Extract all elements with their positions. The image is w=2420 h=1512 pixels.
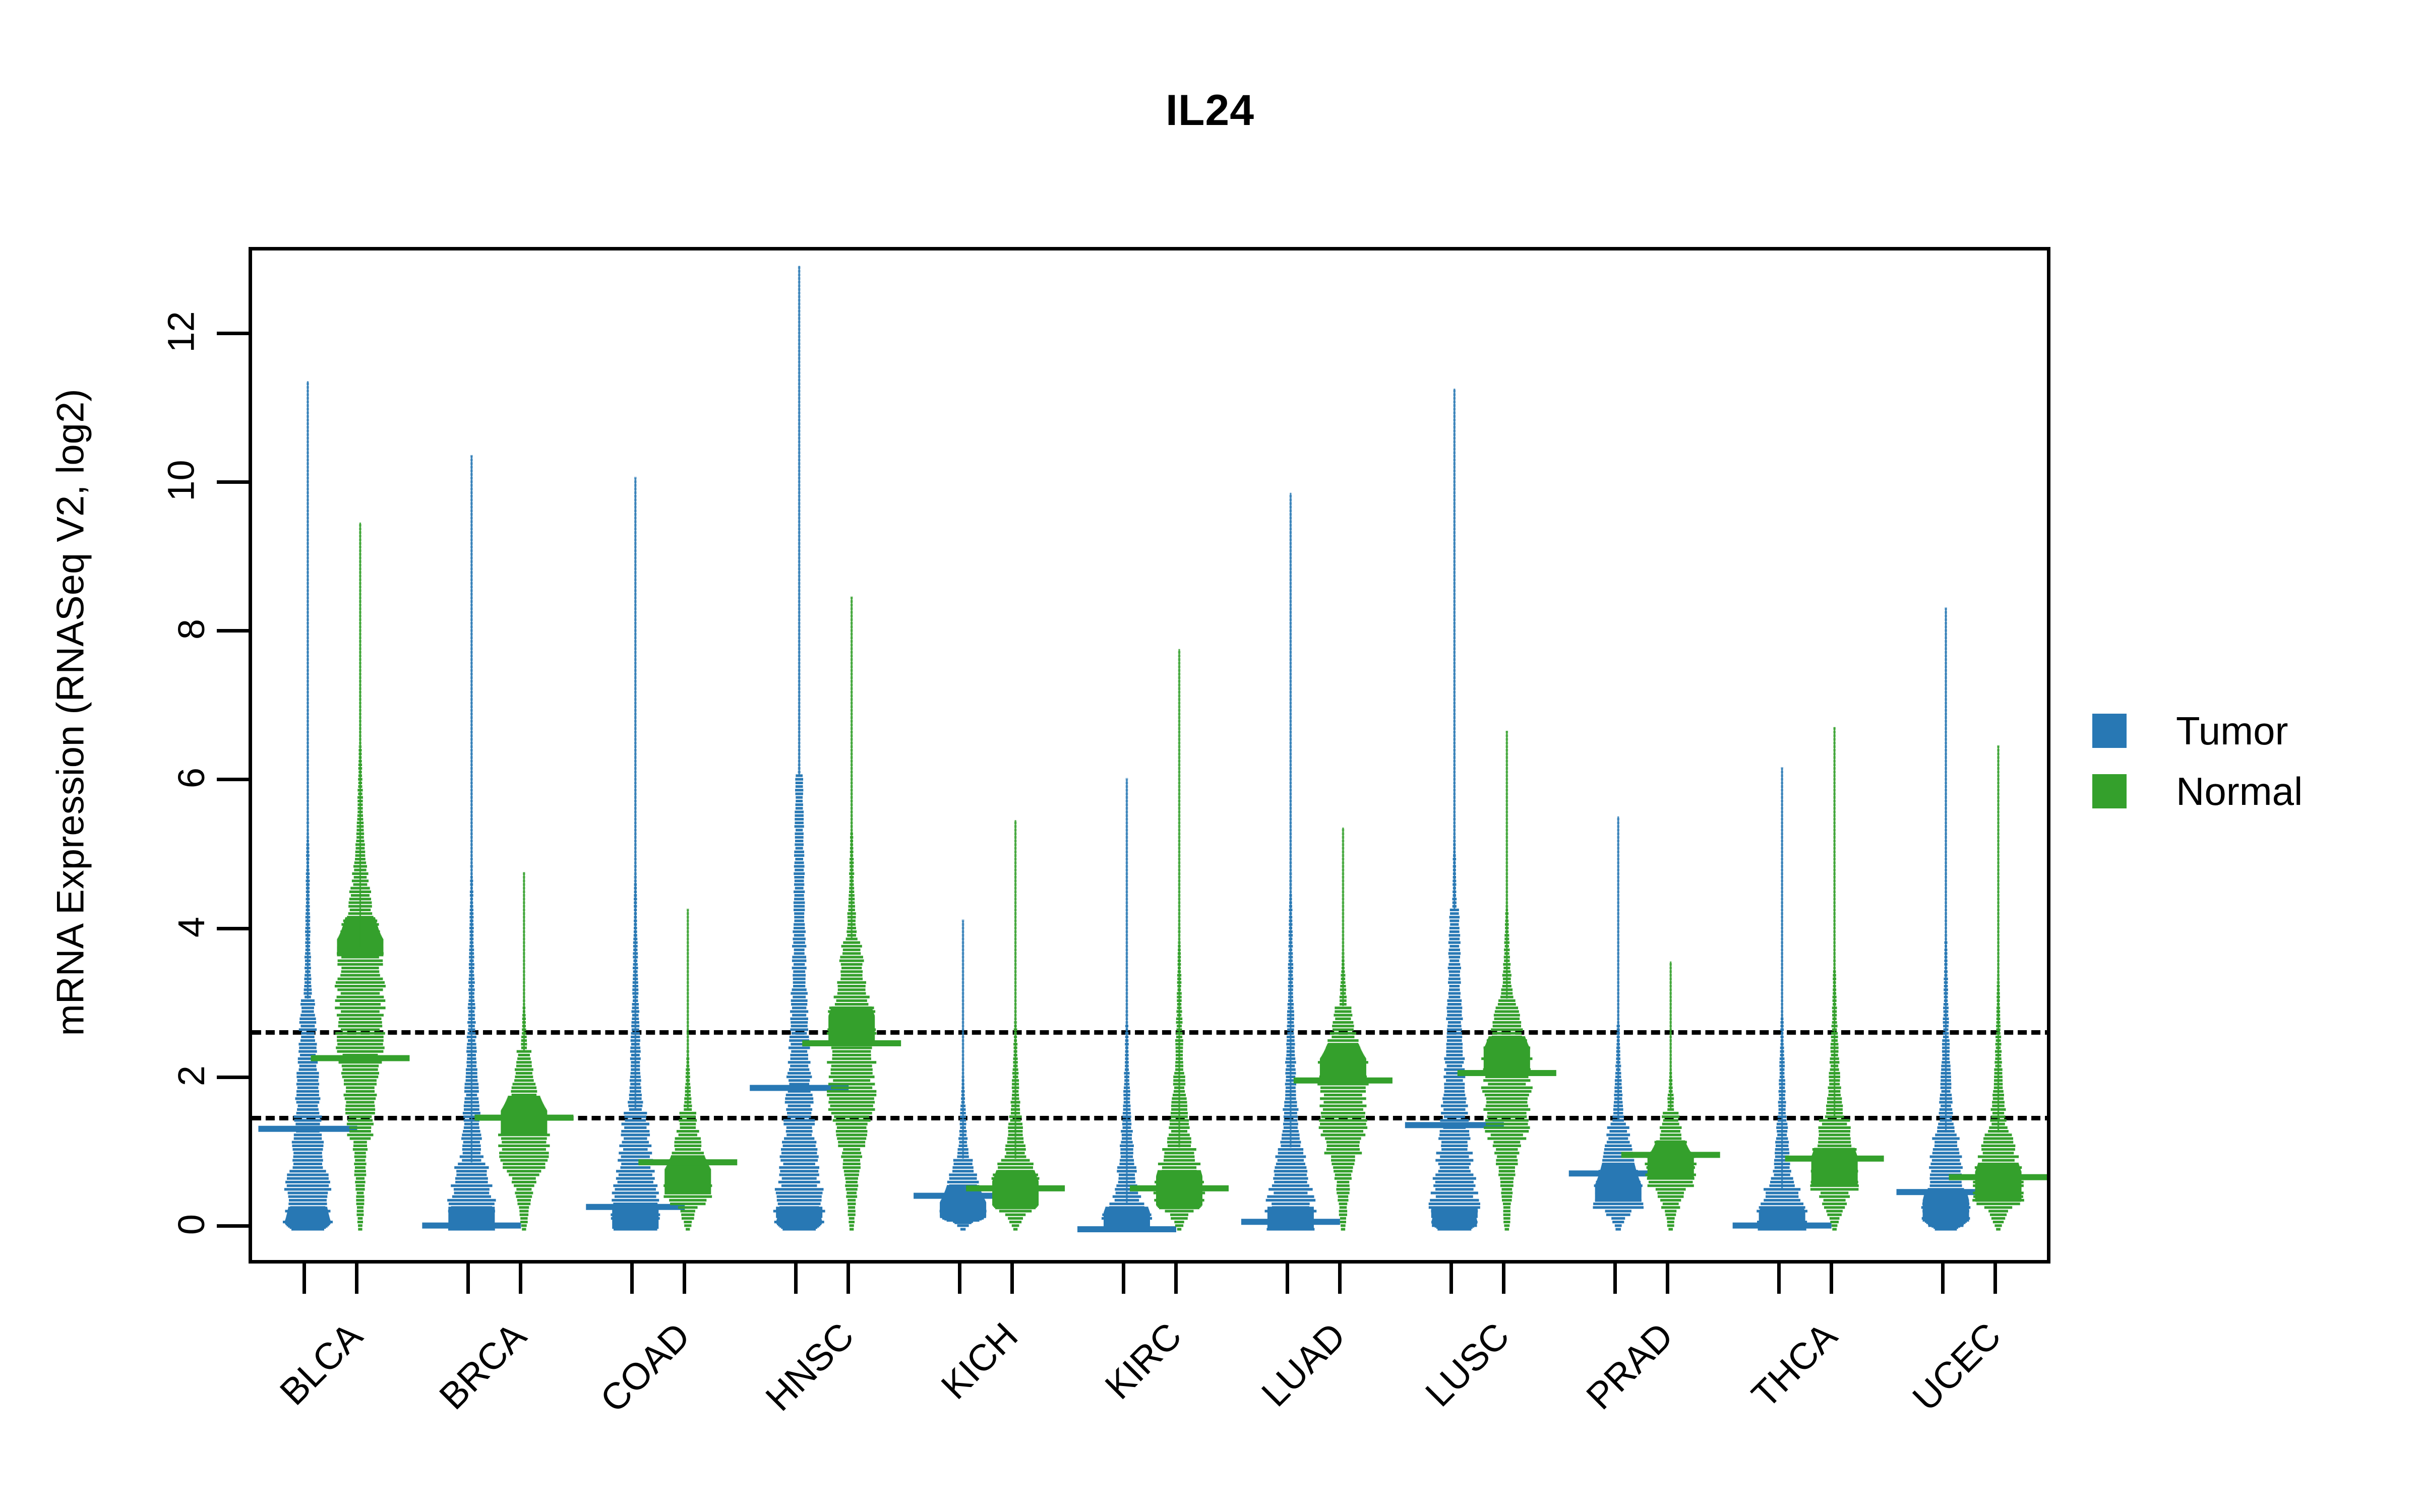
legend-label-tumor: Tumor [2176, 708, 2288, 753]
legend-item-tumor[interactable]: Tumor [2092, 701, 2405, 761]
y-axis-tick-mark [217, 778, 249, 782]
x-axis-tick-label-blca: BLCA [272, 1314, 371, 1413]
x-axis-tick-label-kich: KICH [933, 1314, 1026, 1407]
x-axis-tick-mark [794, 1264, 798, 1294]
x-axis-tick-mark [1174, 1264, 1178, 1294]
y-axis-tick-label: 10 [160, 460, 202, 501]
x-axis-tick-mark [1010, 1264, 1014, 1294]
x-axis-tick-label-ucec: UCEC [1904, 1314, 2009, 1419]
x-axis-tick-label-brca: BRCA [431, 1314, 534, 1418]
x-axis-tick-mark [1941, 1264, 1945, 1294]
y-axis-tick-label: 4 [170, 916, 212, 937]
x-axis-tick-mark [630, 1264, 634, 1294]
chart-figure: IL24 mRNA Expression (RNASeq V2, log2) 0… [0, 0, 2420, 1512]
x-axis-tick-label-hnsc: HNSC [757, 1314, 862, 1419]
x-axis-tick-label-thca: THCA [1743, 1314, 1845, 1416]
legend: Tumor Normal [2092, 701, 2405, 822]
x-axis-tick-mark [302, 1264, 307, 1294]
x-axis-tick-mark [1285, 1264, 1289, 1294]
x-axis-tick-mark [1501, 1264, 1505, 1294]
y-axis-tick-mark [217, 480, 249, 484]
x-axis-tick-mark [846, 1264, 851, 1294]
legend-swatch-normal [2092, 774, 2127, 808]
x-axis-tick-mark [1449, 1264, 1453, 1294]
y-axis-tick-label: 8 [170, 619, 212, 640]
legend-swatch-tumor [2092, 714, 2127, 748]
y-axis-tick-mark [217, 1075, 249, 1079]
x-axis-tick-mark [1338, 1264, 1342, 1294]
x-axis-tick-label-luad: LUAD [1253, 1314, 1354, 1415]
x-axis-tick-label-coad: COAD [592, 1314, 698, 1421]
x-axis-tick-mark [1665, 1264, 1669, 1294]
x-axis-tick-mark [683, 1264, 687, 1294]
y-axis-tick-mark [217, 331, 249, 335]
x-axis-tick-mark [355, 1264, 359, 1294]
x-axis-tick-mark [958, 1264, 962, 1294]
y-axis-tick-label: 12 [160, 311, 202, 353]
legend-item-normal[interactable]: Normal [2092, 761, 2405, 822]
y-axis-tick-mark [217, 926, 249, 930]
chart-title: IL24 [1165, 86, 1255, 135]
y-axis-tick-label: 6 [170, 768, 212, 789]
x-axis-tick-mark [466, 1264, 470, 1294]
legend-label-normal: Normal [2176, 769, 2303, 813]
x-axis-tick-mark [1829, 1264, 1833, 1294]
x-axis-tick-mark [1613, 1264, 1617, 1294]
x-axis-tick-mark [1777, 1264, 1781, 1294]
y-axis-tick-label: 0 [170, 1214, 212, 1235]
x-axis-tick-mark [1122, 1264, 1125, 1294]
y-axis-tick-label: 2 [170, 1065, 212, 1086]
y-axis-tick-mark [217, 1224, 249, 1228]
x-axis-tick-label-kirc: KIRC [1097, 1314, 1190, 1407]
plot-area [249, 247, 2050, 1264]
x-axis-tick-label-lusc: LUSC [1417, 1314, 1518, 1415]
y-axis-tick-mark [217, 629, 249, 633]
x-axis-tick-mark [519, 1264, 523, 1294]
x-axis-tick-label-prad: PRAD [1578, 1314, 1681, 1418]
x-axis-tick-mark [1993, 1264, 1997, 1294]
